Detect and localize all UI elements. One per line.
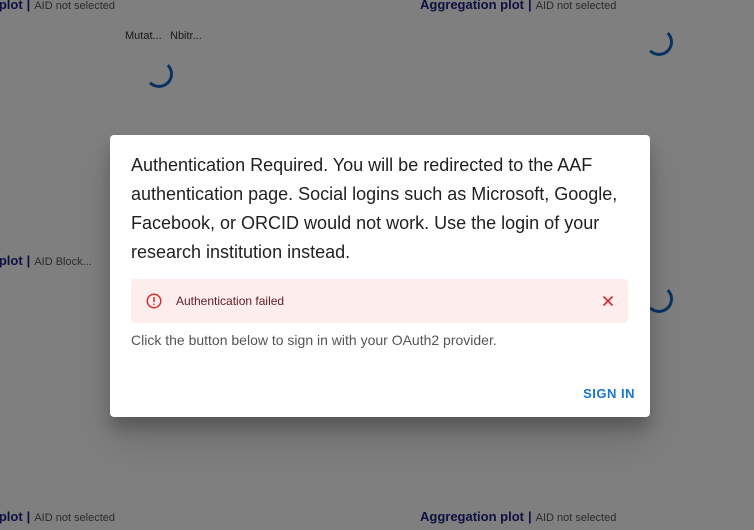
signin-instruction: Click the button below to sign in with y… (131, 332, 497, 348)
sign-in-button[interactable]: SIGN IN (583, 384, 635, 403)
dialog-message: Authentication Required. You will be red… (131, 155, 618, 262)
error-alert: Authentication failed (131, 279, 628, 323)
alert-message: Authentication failed (176, 294, 285, 308)
error-outline-icon (145, 292, 163, 310)
auth-dialog: Authentication Required. You will be red… (110, 135, 650, 417)
close-icon[interactable] (600, 293, 616, 309)
